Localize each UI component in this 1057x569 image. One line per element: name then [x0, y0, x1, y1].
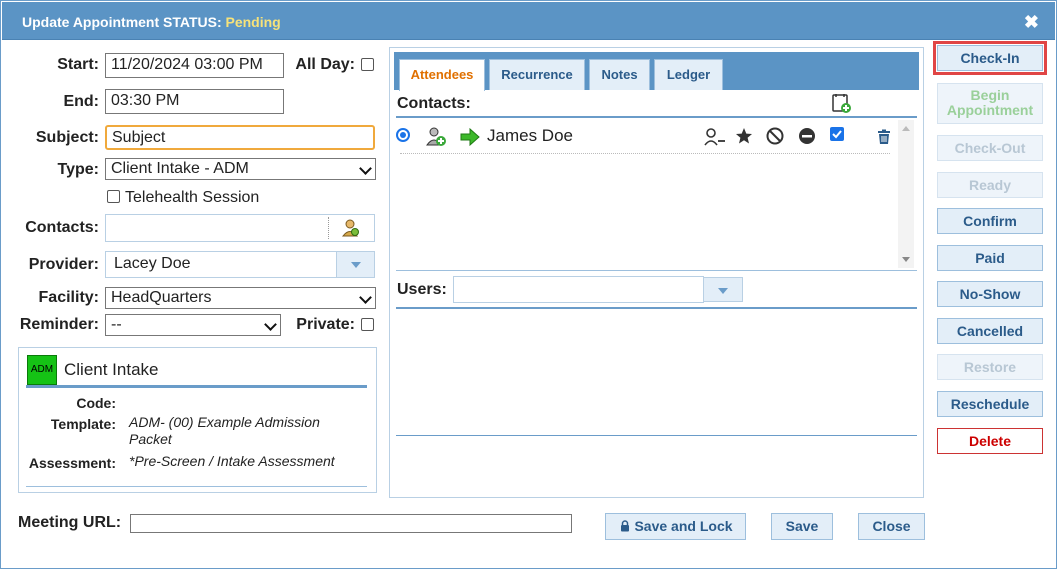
contacts-label: Contacts:: [25, 219, 99, 236]
block-icon[interactable]: [766, 127, 784, 145]
reschedule-button[interactable]: Reschedule: [937, 391, 1043, 417]
close-button[interactable]: Close: [858, 513, 925, 540]
contacts-scrollbar[interactable]: [898, 120, 914, 268]
tab-ledger[interactable]: Ledger: [654, 59, 723, 90]
scroll-down-icon[interactable]: [902, 257, 910, 262]
contacts-section-title: Contacts:: [397, 95, 471, 112]
reminder-value: --: [111, 316, 122, 333]
type-label: Type:: [57, 161, 99, 178]
reminder-label: Reminder:: [19, 316, 99, 333]
start-label: Start:: [57, 56, 99, 73]
adm-badge: ADM: [27, 355, 57, 385]
dropdown-arrow-icon[interactable]: [703, 277, 743, 302]
type-select[interactable]: Client Intake - ADM: [105, 158, 376, 180]
star-icon[interactable]: [735, 127, 753, 145]
private-label: Private:: [296, 316, 355, 333]
appointment-type-card: ADM Client Intake Code: Template: ADM- (…: [18, 347, 377, 493]
save-and-lock-label: Save and Lock: [634, 518, 733, 534]
private-checkbox[interactable]: [361, 318, 374, 331]
contacts-divider-line: [396, 116, 917, 118]
contact-checkbox[interactable]: [830, 127, 844, 141]
card-type-name: Client Intake: [64, 360, 159, 379]
provider-label: Provider:: [28, 256, 99, 273]
facility-label: Facility:: [38, 289, 99, 306]
close-icon[interactable]: ✖: [1024, 12, 1039, 33]
users-combo[interactable]: [453, 276, 743, 303]
type-value: Client Intake - ADM: [111, 160, 249, 177]
subject-input[interactable]: Subject: [105, 125, 375, 150]
dialog-title: Update Appointment STATUS: Pending: [22, 14, 281, 30]
contact-radio[interactable]: [396, 128, 410, 142]
delete-button[interactable]: Delete: [937, 428, 1043, 454]
tab-strip: Attendees Recurrence Notes Ledger: [394, 52, 919, 91]
add-user-icon[interactable]: [426, 126, 448, 148]
status-text: Pending: [225, 14, 281, 30]
code-label: Code:: [76, 395, 116, 411]
restore-button[interactable]: Restore: [937, 354, 1043, 380]
ready-button[interactable]: Ready: [937, 172, 1043, 198]
end-input[interactable]: 03:30 PM: [105, 89, 284, 114]
users-divider-line: [396, 307, 917, 309]
trash-icon[interactable]: [876, 129, 892, 145]
chevron-down-icon: [359, 162, 372, 175]
template-value: ADM- (00) Example Admission Packet: [129, 414, 320, 447]
start-input[interactable]: 11/20/2024 03:00 PM: [105, 53, 284, 78]
provider-value: Lacey Doe: [114, 255, 191, 272]
tab-recurrence[interactable]: Recurrence: [489, 59, 585, 90]
no-show-button[interactable]: No-Show: [937, 281, 1043, 307]
contacts-divider: [328, 217, 329, 239]
end-label: End:: [63, 93, 99, 110]
scroll-up-icon[interactable]: [902, 126, 910, 131]
reminder-select[interactable]: --: [105, 314, 281, 336]
contact-row-divider: [400, 153, 890, 154]
begin-appointment-button[interactable]: Begin Appointment: [937, 83, 1043, 124]
contact-name: James Doe: [487, 126, 573, 145]
minus-circle-icon[interactable]: [798, 127, 816, 145]
users-bottom-line: [396, 435, 917, 436]
tab-notes[interactable]: Notes: [589, 59, 650, 90]
paid-button[interactable]: Paid: [937, 245, 1043, 271]
dropdown-arrow-icon[interactable]: [336, 252, 374, 277]
users-top-line: [396, 270, 917, 271]
arrow-right-icon[interactable]: [460, 128, 480, 146]
confirm-button[interactable]: Confirm: [937, 208, 1043, 234]
template-label: Template:: [50, 416, 116, 432]
update-appointment-dialog: Update Appointment STATUS: Pending ✖ Sta…: [0, 0, 1057, 569]
title-prefix: Update Appointment STATUS:: [22, 14, 222, 30]
subject-label: Subject:: [35, 129, 99, 146]
contact-search-icon[interactable]: [341, 218, 361, 238]
contacts-list: James Doe: [396, 120, 914, 268]
meeting-url-input[interactable]: [130, 514, 572, 533]
telehealth-checkbox[interactable]: [107, 190, 120, 203]
provider-combo[interactable]: Lacey Doe: [105, 251, 375, 278]
telehealth-label: Telehealth Session: [125, 189, 260, 206]
assessment-label: Assessment:: [28, 455, 116, 471]
card-divider: [26, 385, 367, 388]
check-icon: [832, 130, 842, 139]
assessment-value: *Pre-Screen / Intake Assessment: [129, 453, 335, 469]
save-button[interactable]: Save: [771, 513, 833, 540]
meeting-url-label: Meeting URL:: [18, 514, 122, 531]
lock-icon: [621, 520, 629, 532]
allday-checkbox[interactable]: [361, 58, 374, 71]
check-in-button[interactable]: Check-In: [933, 41, 1047, 75]
dialog-titlebar: Update Appointment STATUS: Pending ✖: [2, 2, 1055, 40]
contacts-input[interactable]: [105, 214, 375, 242]
facility-value: HeadQuarters: [111, 289, 212, 306]
chevron-down-icon: [264, 318, 277, 331]
allday-label: All Day:: [295, 56, 355, 73]
facility-select[interactable]: HeadQuarters: [105, 287, 376, 309]
remove-user-icon[interactable]: [704, 128, 726, 146]
tab-panel: Attendees Recurrence Notes Ledger Contac…: [389, 47, 924, 498]
check-out-button[interactable]: Check-Out: [937, 135, 1043, 161]
cancelled-button[interactable]: Cancelled: [937, 318, 1043, 344]
card-bottom-divider: [26, 486, 367, 487]
add-contact-icon[interactable]: [830, 92, 852, 114]
tab-attendees[interactable]: Attendees: [399, 59, 485, 91]
save-and-lock-button[interactable]: Save and Lock: [605, 513, 746, 540]
users-section-title: Users:: [397, 281, 447, 298]
chevron-down-icon: [359, 291, 372, 304]
